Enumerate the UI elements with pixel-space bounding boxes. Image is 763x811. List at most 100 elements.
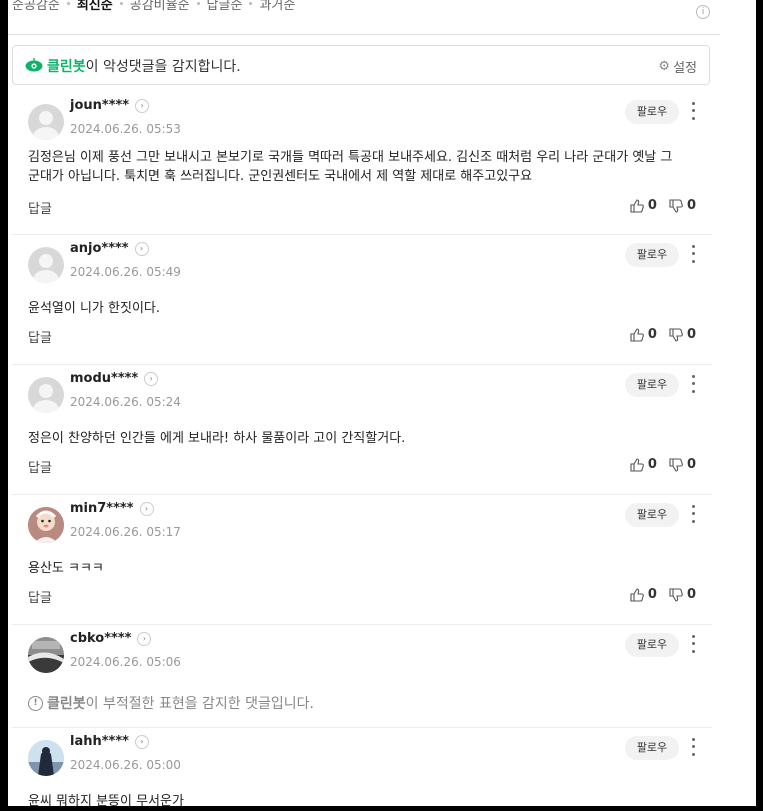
thumbs-up-icon [630, 587, 644, 602]
sort-tab-ratio[interactable]: 공감비율순 [130, 0, 190, 13]
follow-button[interactable]: 팔로우 [625, 243, 679, 267]
chevron-right-icon[interactable]: › [135, 98, 150, 113]
more-vertical-icon[interactable] [688, 736, 698, 758]
more-vertical-icon[interactable] [688, 503, 698, 525]
dislike-button[interactable]: 0 [669, 327, 696, 342]
avatar-icon[interactable] [28, 377, 64, 413]
comment-date: 2024.06.26. 05:53 [70, 122, 181, 136]
eye-bot-icon [25, 58, 43, 72]
comment-panel: 순공감순 최신순 공감비율순 답글순 과거순 i 클린봇이 악성댓글을 감지합니… [8, 0, 756, 806]
cleanbot-text: 이 악성댓글을 감지합니다. [85, 59, 241, 75]
like-count: 0 [647, 457, 657, 472]
cleanbot-message: 클린봇이 악성댓글을 감지합니다. [47, 56, 241, 76]
more-vertical-icon[interactable] [688, 633, 698, 655]
author-row: joun**** › [70, 98, 150, 113]
reply-button[interactable]: 답글 [28, 457, 52, 476]
more-vertical-icon[interactable] [688, 373, 698, 395]
dislike-count: 0 [686, 457, 696, 472]
follow-button[interactable]: 팔로우 [625, 503, 679, 527]
settings-label: 설정 [673, 61, 697, 76]
comment-date: 2024.06.26. 05:00 [70, 758, 181, 772]
dislike-button[interactable]: 0 [669, 457, 696, 472]
avatar-icon[interactable] [28, 637, 64, 673]
comment-text: 용산도 ㅋㅋㅋ [28, 561, 104, 576]
comment-date: 2024.06.26. 05:49 [70, 265, 181, 279]
cleanbot-flag-notice: ! 클린봇이 부적절한 표현을 감지한 댓글입니다. [28, 693, 314, 713]
thumbs-up-icon [630, 327, 644, 342]
dislike-count: 0 [686, 327, 696, 342]
comment-text: 김정은님 이제 풍선 그만 보내시고 본보기로 국개들 멱따러 특공대 보내주세… [28, 150, 673, 184]
chevron-right-icon[interactable]: › [144, 371, 159, 386]
cleanbot-settings-button[interactable]: ⚙ 설정 [658, 57, 697, 76]
comment-text: 윤씨 뭐하지 분뜽이 무서운가 [28, 794, 184, 806]
dislike-count: 0 [686, 198, 696, 213]
thumbs-up-icon [630, 457, 644, 472]
comment-date: 2024.06.26. 05:17 [70, 525, 181, 539]
follow-button[interactable]: 팔로우 [625, 100, 679, 124]
sort-tab-oldest[interactable]: 과거순 [259, 0, 295, 13]
author-row: min7**** › [70, 501, 154, 516]
flag-message: 이 부적절한 표현을 감지한 댓글입니다. [85, 696, 314, 712]
dislike-count: 0 [686, 587, 696, 602]
avatar-icon[interactable] [28, 247, 64, 283]
like-count: 0 [647, 327, 657, 342]
comment-item: lahh**** › 2024.06.26. 05:00 팔로우 윤씨 뭐하지 … [12, 728, 712, 806]
profile-photo [28, 740, 64, 776]
like-count: 0 [647, 198, 657, 213]
separator-dot [66, 2, 70, 5]
thumbs-down-icon [669, 327, 683, 342]
like-button[interactable]: 0 [630, 327, 657, 342]
author-nickname[interactable]: min7**** [70, 501, 134, 516]
like-button[interactable]: 0 [630, 587, 657, 602]
author-nickname[interactable]: anjo**** [70, 241, 129, 256]
sort-bar: 순공감순 최신순 공감비율순 답글순 과거순 i [8, 0, 720, 35]
info-icon[interactable]: i [696, 5, 710, 19]
sort-tab-replies[interactable]: 답글순 [207, 0, 243, 13]
dislike-button[interactable]: 0 [669, 198, 696, 213]
thumbs-down-icon [669, 587, 683, 602]
exclamation-circle-icon: ! [28, 695, 43, 711]
chevron-right-icon[interactable]: › [134, 734, 149, 749]
comment-item: anjo**** › 2024.06.26. 05:49 팔로우 윤석열이 니가… [12, 235, 712, 365]
like-button[interactable]: 0 [630, 457, 657, 472]
avatar-icon[interactable] [28, 507, 64, 543]
separator-dot [119, 2, 123, 5]
sort-tab-popular[interactable]: 순공감순 [12, 0, 60, 13]
sort-tab-latest[interactable]: 최신순 [77, 0, 113, 13]
reply-button[interactable]: 답글 [28, 587, 52, 606]
follow-button[interactable]: 팔로우 [625, 633, 679, 657]
thumbs-up-icon [630, 198, 644, 213]
profile-photo [28, 507, 64, 543]
more-vertical-icon[interactable] [688, 243, 698, 265]
author-nickname[interactable]: modu**** [70, 371, 138, 386]
reply-button[interactable]: 답글 [28, 198, 52, 217]
author-row: anjo**** › [70, 241, 149, 256]
author-nickname[interactable]: joun**** [70, 98, 129, 113]
follow-button[interactable]: 팔로우 [625, 373, 679, 397]
reply-button[interactable]: 답글 [28, 327, 52, 346]
cleanbot-bar: 클린봇이 악성댓글을 감지합니다. ⚙ 설정 [12, 45, 710, 85]
cleanbot-brand: 클린봇 [47, 59, 86, 75]
author-row: lahh**** › [70, 734, 149, 749]
profile-photo [28, 637, 64, 673]
chevron-right-icon[interactable]: › [134, 241, 149, 256]
more-vertical-icon[interactable] [688, 100, 698, 122]
avatar-icon[interactable] [28, 740, 64, 776]
separator-dot [249, 2, 253, 5]
dislike-button[interactable]: 0 [669, 587, 696, 602]
chevron-right-icon[interactable]: › [137, 631, 152, 646]
avatar-icon[interactable] [28, 104, 64, 140]
vote-group: 0 0 [630, 327, 696, 342]
author-nickname[interactable]: lahh**** [70, 734, 129, 749]
author-nickname[interactable]: cbko**** [70, 631, 131, 646]
follow-button[interactable]: 팔로우 [625, 736, 679, 760]
comment-text: 윤석열이 니가 한짓이다. [28, 301, 160, 316]
vote-group: 0 0 [630, 198, 696, 213]
sort-tabs: 순공감순 최신순 공감비율순 답글순 과거순 [12, 0, 295, 13]
comment-date: 2024.06.26. 05:24 [70, 395, 181, 409]
like-button[interactable]: 0 [630, 198, 657, 213]
gear-icon: ⚙ [658, 59, 671, 74]
chevron-right-icon[interactable]: › [139, 501, 154, 516]
vote-group: 0 0 [630, 457, 696, 472]
flag-brand: 클린봇 [47, 696, 86, 712]
